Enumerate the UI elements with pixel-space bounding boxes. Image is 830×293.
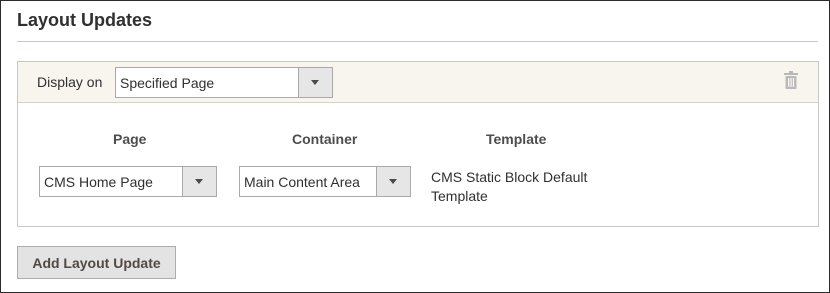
- page-select[interactable]: CMS Home Page: [39, 166, 217, 197]
- title-divider: [17, 41, 818, 42]
- column-header-page: Page: [113, 131, 147, 147]
- display-on-select[interactable]: Specified Page: [115, 67, 333, 98]
- add-layout-update-button[interactable]: Add Layout Update: [17, 246, 176, 279]
- container-select-value: Main Content Area: [244, 174, 360, 190]
- layout-updates-panel: Layout Updates Display on Specified Page…: [0, 0, 830, 293]
- page-select-value: CMS Home Page: [44, 174, 153, 190]
- chevron-down-icon: [376, 167, 410, 196]
- chevron-down-icon: [182, 167, 216, 196]
- column-header-container: Container: [292, 131, 358, 147]
- section-title: Layout Updates: [17, 10, 153, 30]
- template-value: CMS Static Block Default Template: [431, 169, 588, 204]
- column-header-template: Template: [486, 131, 547, 147]
- display-on-label: Display on: [37, 74, 103, 90]
- container-select[interactable]: Main Content Area: [239, 166, 411, 197]
- display-on-value: Specified Page: [120, 75, 215, 91]
- trash-icon[interactable]: [783, 71, 799, 89]
- layout-update-header: Display on Specified Page: [18, 62, 818, 103]
- chevron-down-icon: [298, 68, 332, 97]
- layout-update-item: Display on Specified Page Page Container…: [17, 61, 819, 227]
